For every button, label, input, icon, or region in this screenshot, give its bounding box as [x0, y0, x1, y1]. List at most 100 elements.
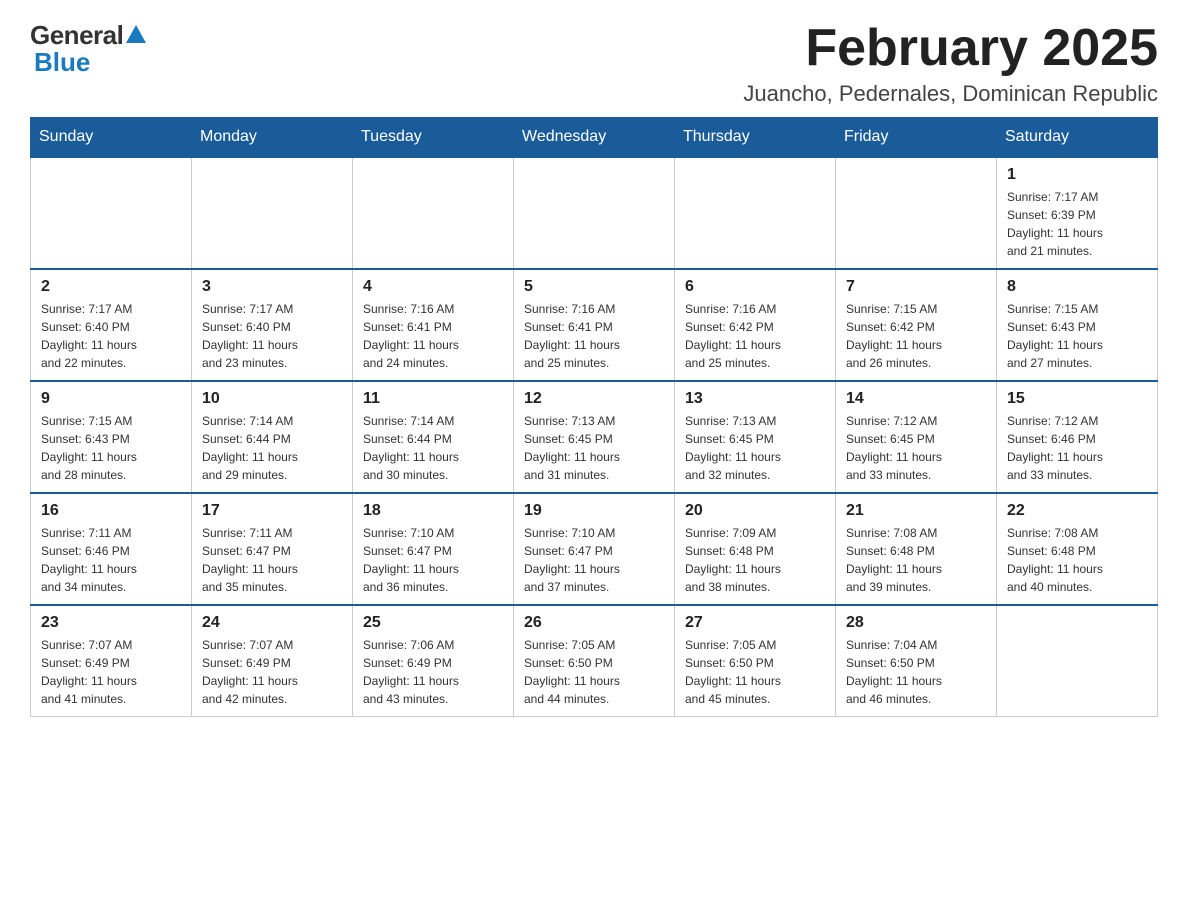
page-header: General Blue February 2025 Juancho, Pede…: [30, 20, 1158, 107]
day-cell: 19 Sunrise: 7:10 AM Sunset: 6:47 PM Dayli…: [514, 493, 675, 605]
week-row-5: 23 Sunrise: 7:07 AM Sunset: 6:49 PM Dayli…: [31, 605, 1158, 717]
day-cell: 10 Sunrise: 7:14 AM Sunset: 6:44 PM Dayli…: [192, 381, 353, 493]
day-number: 22: [1007, 502, 1147, 520]
day-cell: 7 Sunrise: 7:15 AM Sunset: 6:42 PM Daylig…: [836, 269, 997, 381]
day-info: Sunrise: 7:07 AM Sunset: 6:49 PM Dayligh…: [202, 636, 342, 708]
day-cell: 23 Sunrise: 7:07 AM Sunset: 6:49 PM Dayli…: [31, 605, 192, 717]
day-info: Sunrise: 7:10 AM Sunset: 6:47 PM Dayligh…: [363, 524, 503, 596]
day-info: Sunrise: 7:09 AM Sunset: 6:48 PM Dayligh…: [685, 524, 825, 596]
day-cell: 14 Sunrise: 7:12 AM Sunset: 6:45 PM Dayli…: [836, 381, 997, 493]
day-number: 18: [363, 502, 503, 520]
day-info: Sunrise: 7:12 AM Sunset: 6:46 PM Dayligh…: [1007, 412, 1147, 484]
day-number: 7: [846, 278, 986, 296]
day-cell: 6 Sunrise: 7:16 AM Sunset: 6:42 PM Daylig…: [675, 269, 836, 381]
weekday-header-row: SundayMondayTuesdayWednesdayThursdayFrid…: [31, 118, 1158, 158]
logo-blue-text: Blue: [34, 47, 90, 78]
day-info: Sunrise: 7:16 AM Sunset: 6:41 PM Dayligh…: [524, 300, 664, 372]
day-cell: 25 Sunrise: 7:06 AM Sunset: 6:49 PM Dayli…: [353, 605, 514, 717]
week-row-2: 2 Sunrise: 7:17 AM Sunset: 6:40 PM Daylig…: [31, 269, 1158, 381]
day-number: 11: [363, 390, 503, 408]
day-info: Sunrise: 7:05 AM Sunset: 6:50 PM Dayligh…: [685, 636, 825, 708]
weekday-header-saturday: Saturday: [997, 118, 1158, 158]
day-info: Sunrise: 7:17 AM Sunset: 6:39 PM Dayligh…: [1007, 188, 1147, 260]
day-info: Sunrise: 7:17 AM Sunset: 6:40 PM Dayligh…: [202, 300, 342, 372]
day-cell: 24 Sunrise: 7:07 AM Sunset: 6:49 PM Dayli…: [192, 605, 353, 717]
day-number: 19: [524, 502, 664, 520]
day-cell: [675, 157, 836, 269]
day-cell: 17 Sunrise: 7:11 AM Sunset: 6:47 PM Dayli…: [192, 493, 353, 605]
week-row-4: 16 Sunrise: 7:11 AM Sunset: 6:46 PM Dayli…: [31, 493, 1158, 605]
day-number: 13: [685, 390, 825, 408]
day-number: 20: [685, 502, 825, 520]
day-info: Sunrise: 7:14 AM Sunset: 6:44 PM Dayligh…: [202, 412, 342, 484]
day-number: 10: [202, 390, 342, 408]
month-title: February 2025: [743, 20, 1158, 77]
day-number: 5: [524, 278, 664, 296]
title-area: February 2025 Juancho, Pedernales, Domin…: [743, 20, 1158, 107]
day-number: 2: [41, 278, 181, 296]
weekday-header-tuesday: Tuesday: [353, 118, 514, 158]
day-cell: 16 Sunrise: 7:11 AM Sunset: 6:46 PM Dayli…: [31, 493, 192, 605]
location-title: Juancho, Pedernales, Dominican Republic: [743, 81, 1158, 107]
day-cell: 20 Sunrise: 7:09 AM Sunset: 6:48 PM Dayli…: [675, 493, 836, 605]
day-info: Sunrise: 7:13 AM Sunset: 6:45 PM Dayligh…: [524, 412, 664, 484]
day-info: Sunrise: 7:05 AM Sunset: 6:50 PM Dayligh…: [524, 636, 664, 708]
day-cell: 5 Sunrise: 7:16 AM Sunset: 6:41 PM Daylig…: [514, 269, 675, 381]
day-info: Sunrise: 7:08 AM Sunset: 6:48 PM Dayligh…: [846, 524, 986, 596]
day-number: 6: [685, 278, 825, 296]
day-info: Sunrise: 7:16 AM Sunset: 6:42 PM Dayligh…: [685, 300, 825, 372]
logo-line2: Blue: [30, 47, 90, 78]
day-number: 16: [41, 502, 181, 520]
day-number: 28: [846, 614, 986, 632]
weekday-header-wednesday: Wednesday: [514, 118, 675, 158]
day-number: 25: [363, 614, 503, 632]
day-number: 1: [1007, 166, 1147, 184]
day-info: Sunrise: 7:06 AM Sunset: 6:49 PM Dayligh…: [363, 636, 503, 708]
weekday-header-monday: Monday: [192, 118, 353, 158]
day-info: Sunrise: 7:10 AM Sunset: 6:47 PM Dayligh…: [524, 524, 664, 596]
week-row-3: 9 Sunrise: 7:15 AM Sunset: 6:43 PM Daylig…: [31, 381, 1158, 493]
day-number: 23: [41, 614, 181, 632]
day-number: 24: [202, 614, 342, 632]
day-number: 8: [1007, 278, 1147, 296]
day-number: 3: [202, 278, 342, 296]
day-cell: 4Sunrise: 7:16 AM Sunset: 6:41 PM Daylig…: [353, 269, 514, 381]
day-cell: 12Sunrise: 7:13 AM Sunset: 6:45 PM Dayli…: [514, 381, 675, 493]
day-info: Sunrise: 7:04 AM Sunset: 6:50 PM Dayligh…: [846, 636, 986, 708]
day-cell: 18 Sunrise: 7:10 AM Sunset: 6:47 PM Dayli…: [353, 493, 514, 605]
day-cell: 21Sunrise: 7:08 AM Sunset: 6:48 PM Dayli…: [836, 493, 997, 605]
day-cell: 15 Sunrise: 7:12 AM Sunset: 6:46 PM Dayli…: [997, 381, 1158, 493]
day-number: 9: [41, 390, 181, 408]
calendar-table: SundayMondayTuesdayWednesdayThursdayFrid…: [30, 117, 1158, 717]
day-info: Sunrise: 7:17 AM Sunset: 6:40 PM Dayligh…: [41, 300, 181, 372]
day-info: Sunrise: 7:11 AM Sunset: 6:47 PM Dayligh…: [202, 524, 342, 596]
day-cell: 11Sunrise: 7:14 AM Sunset: 6:44 PM Dayli…: [353, 381, 514, 493]
day-info: Sunrise: 7:15 AM Sunset: 6:42 PM Dayligh…: [846, 300, 986, 372]
day-info: Sunrise: 7:16 AM Sunset: 6:41 PM Dayligh…: [363, 300, 503, 372]
day-number: 15: [1007, 390, 1147, 408]
day-info: Sunrise: 7:12 AM Sunset: 6:45 PM Dayligh…: [846, 412, 986, 484]
day-cell: 26 Sunrise: 7:05 AM Sunset: 6:50 PM Dayli…: [514, 605, 675, 717]
day-cell: [31, 157, 192, 269]
weekday-header-thursday: Thursday: [675, 118, 836, 158]
day-cell: 2 Sunrise: 7:17 AM Sunset: 6:40 PM Daylig…: [31, 269, 192, 381]
week-row-1: 1 Sunrise: 7:17 AM Sunset: 6:39 PM Daylig…: [31, 157, 1158, 269]
day-info: Sunrise: 7:13 AM Sunset: 6:45 PM Dayligh…: [685, 412, 825, 484]
day-cell: 9 Sunrise: 7:15 AM Sunset: 6:43 PM Daylig…: [31, 381, 192, 493]
day-cell: 1 Sunrise: 7:17 AM Sunset: 6:39 PM Daylig…: [997, 157, 1158, 269]
day-info: Sunrise: 7:11 AM Sunset: 6:46 PM Dayligh…: [41, 524, 181, 596]
day-number: 26: [524, 614, 664, 632]
day-cell: 8Sunrise: 7:15 AM Sunset: 6:43 PM Daylig…: [997, 269, 1158, 381]
day-cell: 13 Sunrise: 7:13 AM Sunset: 6:45 PM Dayli…: [675, 381, 836, 493]
day-cell: [514, 157, 675, 269]
day-cell: 27 Sunrise: 7:05 AM Sunset: 6:50 PM Dayli…: [675, 605, 836, 717]
day-number: 14: [846, 390, 986, 408]
day-cell: 28 Sunrise: 7:04 AM Sunset: 6:50 PM Dayli…: [836, 605, 997, 717]
day-cell: [192, 157, 353, 269]
day-number: 17: [202, 502, 342, 520]
day-cell: 22Sunrise: 7:08 AM Sunset: 6:48 PM Dayli…: [997, 493, 1158, 605]
logo-triangle-icon: [126, 25, 146, 43]
day-number: 27: [685, 614, 825, 632]
day-info: Sunrise: 7:15 AM Sunset: 6:43 PM Dayligh…: [41, 412, 181, 484]
day-info: Sunrise: 7:07 AM Sunset: 6:49 PM Dayligh…: [41, 636, 181, 708]
